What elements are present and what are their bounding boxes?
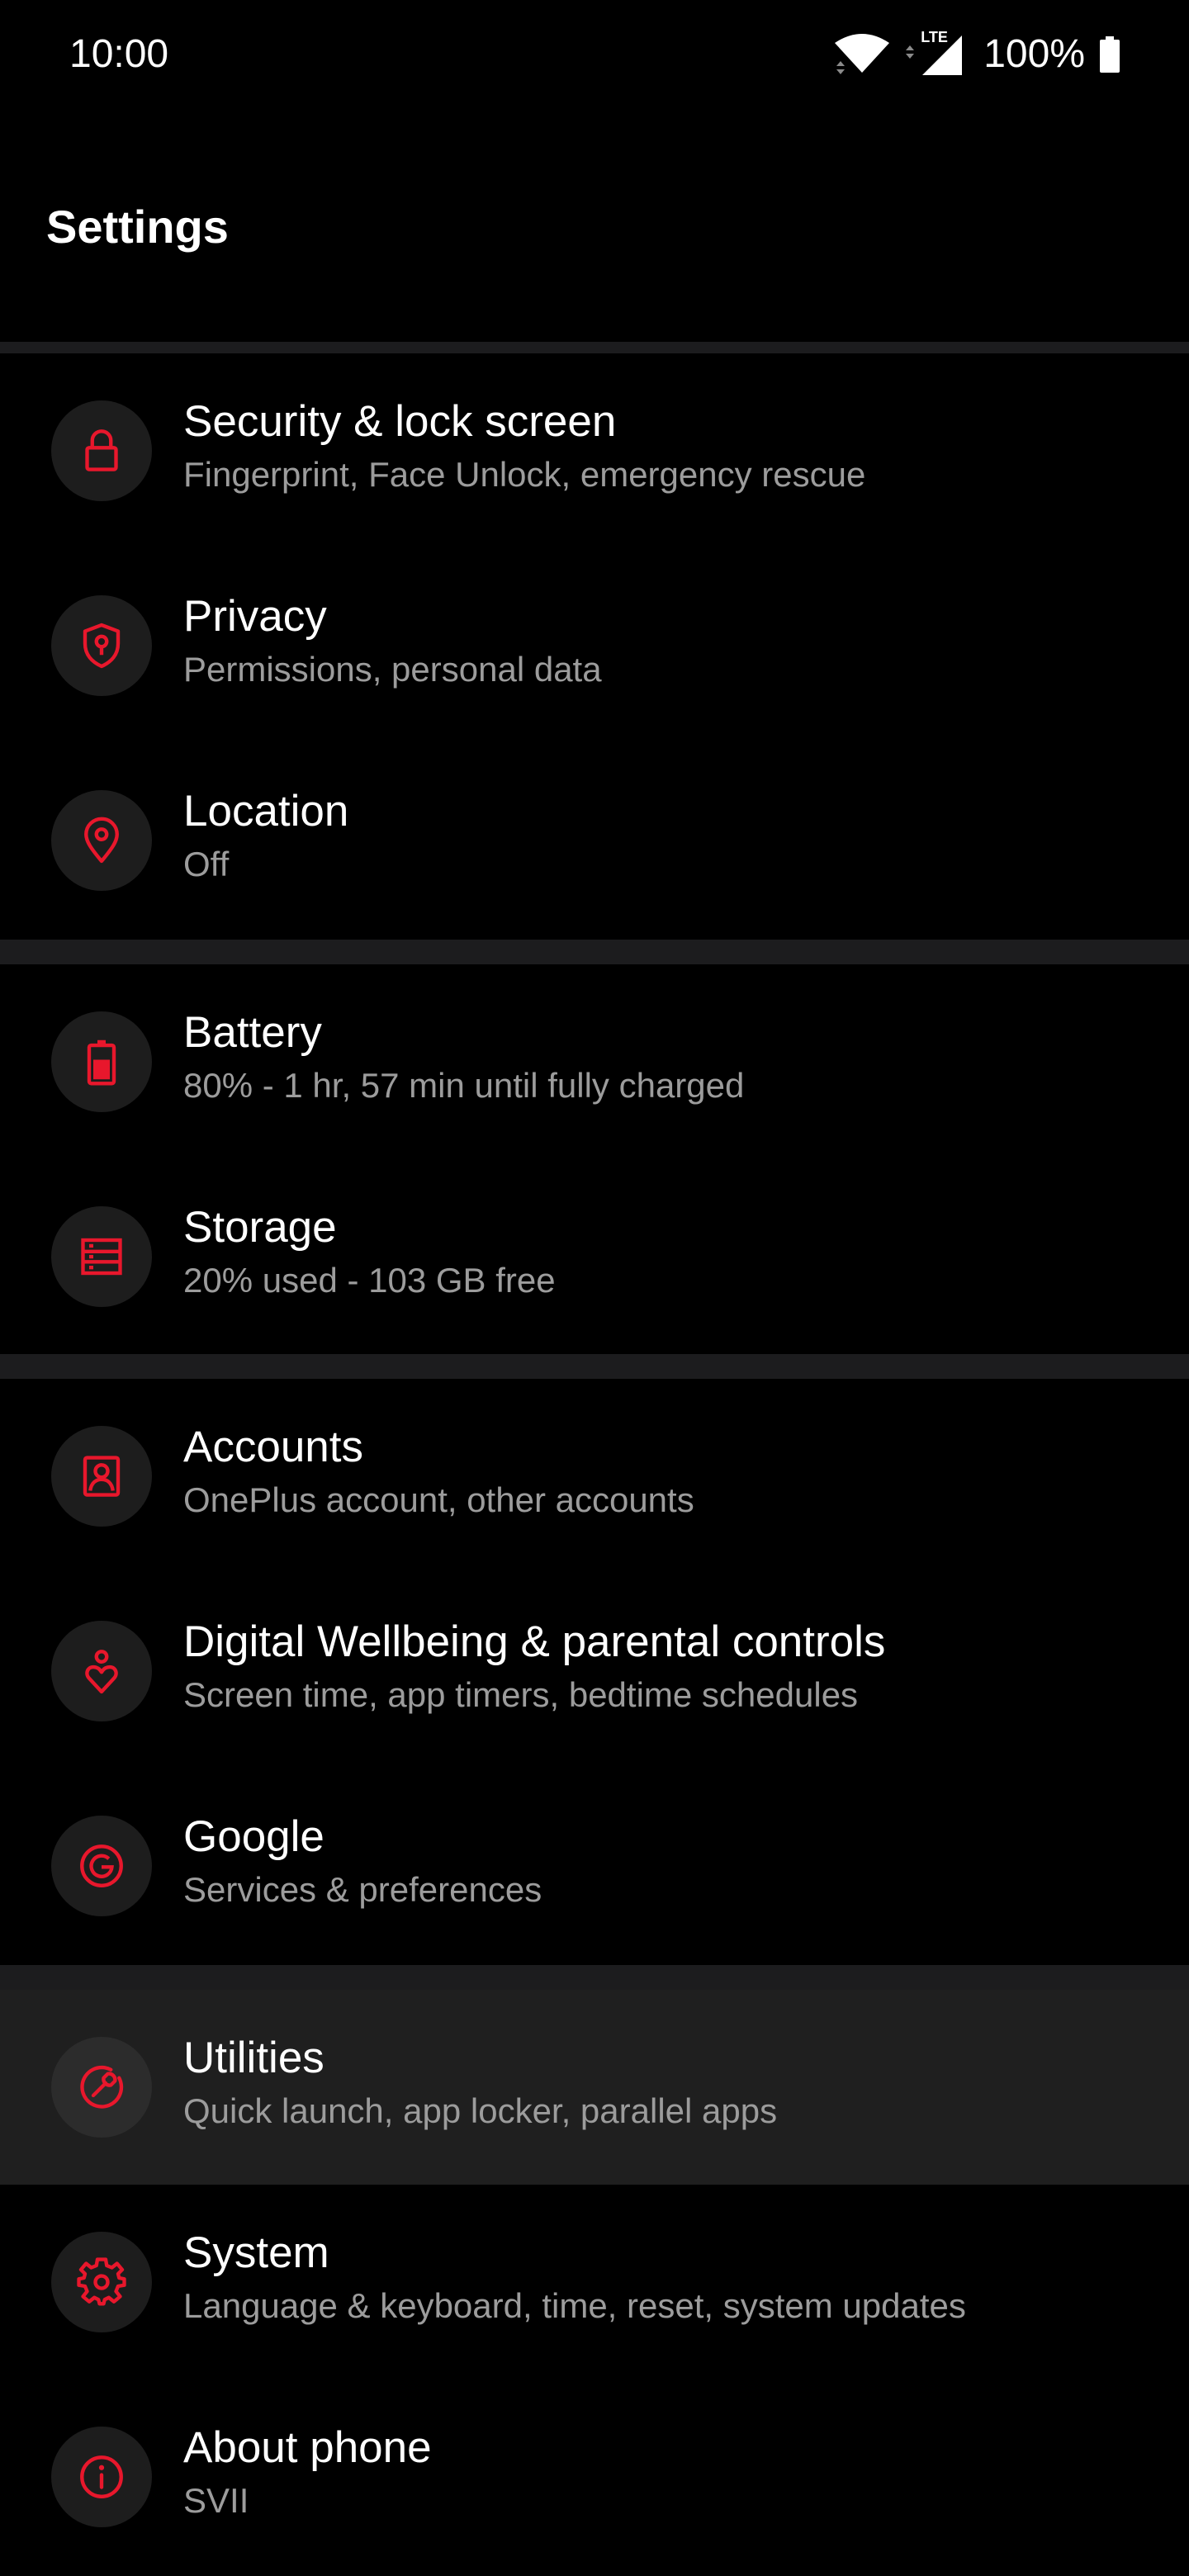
item-subtitle: Services & preferences	[183, 1870, 542, 1909]
wellbeing-icon	[51, 1621, 152, 1721]
wifi-icon	[833, 33, 891, 76]
page-title: Settings	[46, 201, 229, 253]
item-title: About phone	[183, 2423, 432, 2472]
settings-item-system[interactable]: System Language & keyboard, time, reset,…	[0, 2185, 1189, 2379]
item-title: Privacy	[183, 592, 327, 641]
account-icon	[51, 1426, 152, 1527]
status-indicators: LTE 100%	[833, 29, 1120, 79]
item-subtitle: Permissions, personal data	[183, 650, 602, 689]
settings-item-digital-wellbeing[interactable]: Digital Wellbeing & parental controls Sc…	[0, 1574, 1189, 1769]
info-icon	[51, 2427, 152, 2527]
item-subtitle: Off	[183, 845, 230, 883]
item-subtitle: Fingerprint, Face Unlock, emergency resc…	[183, 455, 866, 494]
status-time: 10:00	[69, 32, 169, 76]
settings-item-google[interactable]: Google Services & preferences	[0, 1769, 1189, 1963]
privacy-shield-icon	[51, 595, 152, 696]
item-title: Security & lock screen	[183, 397, 617, 446]
item-title: Google	[183, 1812, 324, 1861]
item-subtitle: SVII	[183, 2481, 249, 2520]
battery-icon	[51, 1011, 152, 1112]
settings-item-location[interactable]: Location Off	[0, 743, 1189, 938]
item-subtitle: Language & keyboard, time, reset, system…	[183, 2286, 966, 2325]
utilities-icon	[51, 2037, 152, 2138]
item-subtitle: 80% - 1 hr, 57 min until fully charged	[183, 1066, 745, 1105]
gear-icon	[51, 2232, 152, 2332]
section-divider	[0, 1354, 1189, 1379]
item-subtitle: 20% used - 103 GB free	[183, 1261, 556, 1300]
settings-item-about-phone[interactable]: About phone SVII	[0, 2379, 1189, 2574]
settings-item-battery[interactable]: Battery 80% - 1 hr, 57 min until fully c…	[0, 964, 1189, 1159]
item-title: Accounts	[183, 1423, 364, 1471]
status-bar: 10:00 LTE 100%	[0, 0, 1189, 107]
item-subtitle: OnePlus account, other accounts	[183, 1480, 694, 1519]
google-icon	[51, 1816, 152, 1916]
item-title: Battery	[183, 1008, 322, 1057]
settings-item-privacy[interactable]: Privacy Permissions, personal data	[0, 548, 1189, 743]
signal-icon: LTE	[904, 29, 964, 77]
network-type-label: LTE	[921, 29, 948, 45]
item-title: Location	[183, 787, 349, 836]
item-title: Utilities	[183, 2034, 324, 2082]
settings-item-accounts[interactable]: Accounts OnePlus account, other accounts	[0, 1379, 1189, 1574]
battery-icon	[1100, 36, 1120, 73]
settings-item-security[interactable]: Security & lock screen Fingerprint, Face…	[0, 353, 1189, 548]
lock-icon	[51, 400, 152, 501]
battery-percent: 100%	[983, 32, 1085, 76]
item-title: Digital Wellbeing & parental controls	[183, 1617, 886, 1666]
section-divider	[0, 940, 1189, 964]
item-title: Storage	[183, 1203, 337, 1252]
item-subtitle: Quick launch, app locker, parallel apps	[183, 2091, 778, 2130]
item-subtitle: Screen time, app timers, bedtime schedul…	[183, 1675, 859, 1714]
settings-item-utilities[interactable]: Utilities Quick launch, app locker, para…	[0, 1990, 1189, 2185]
section-divider	[0, 1965, 1189, 1990]
storage-icon	[51, 1206, 152, 1307]
item-title: System	[183, 2228, 329, 2277]
section-divider	[0, 342, 1189, 353]
settings-item-storage[interactable]: Storage 20% used - 103 GB free	[0, 1159, 1189, 1354]
location-pin-icon	[51, 790, 152, 891]
